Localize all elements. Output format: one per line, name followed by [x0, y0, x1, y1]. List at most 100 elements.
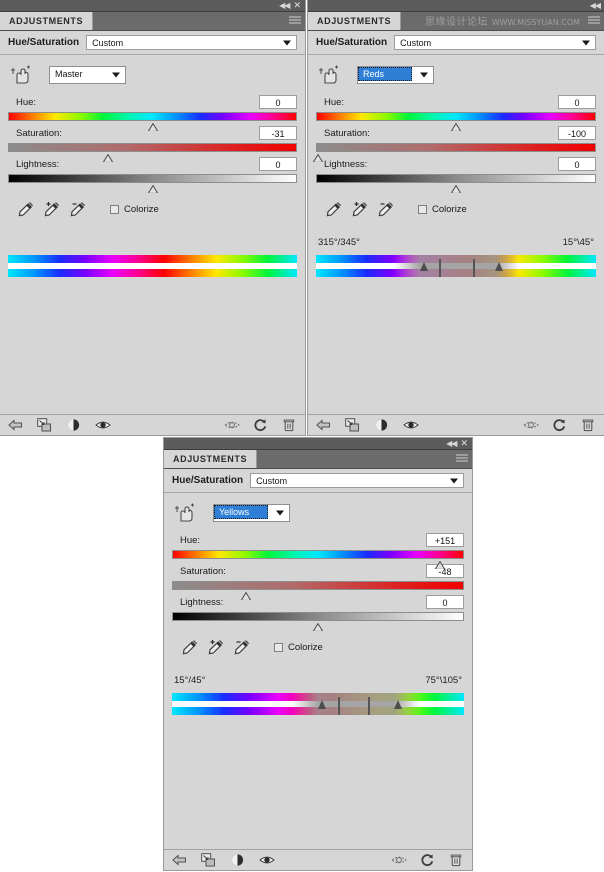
toggle-layer-visibility-icon[interactable] — [95, 418, 111, 432]
return-to-adjustment-list-icon[interactable] — [316, 418, 331, 432]
view-previous-state-icon[interactable] — [523, 418, 539, 432]
range-marker-bar-2[interactable] — [367, 697, 370, 715]
saturation-slider-thumb[interactable] — [312, 154, 324, 162]
toggle-layer-mask-icon[interactable] — [230, 853, 245, 867]
hue-slider-thumb[interactable] — [147, 123, 158, 131]
range-marker-tri-0[interactable] — [419, 262, 428, 271]
eyedropper-subtract-icon[interactable] — [232, 638, 252, 656]
eyedropper-icon[interactable] — [180, 638, 200, 656]
panel-menu-icon[interactable] — [588, 16, 600, 26]
footer-right-group — [523, 418, 596, 432]
range-marker-bar-1[interactable] — [338, 697, 341, 715]
color-range-bar[interactable] — [172, 693, 464, 715]
colorize-checkbox[interactable]: Colorize — [418, 204, 467, 215]
preset-select[interactable]: Custom — [250, 473, 464, 488]
tab-adjustments[interactable]: ADJUSTMENTS — [0, 12, 94, 30]
eyedropper-subtract-icon[interactable] — [376, 200, 396, 218]
hue-value-input[interactable]: +151 — [426, 533, 464, 547]
clip-to-layer-icon[interactable] — [201, 853, 216, 867]
lightness-value-input[interactable]: 0 — [259, 157, 297, 171]
hue-track[interactable] — [8, 112, 297, 131]
toggle-layer-mask-icon[interactable] — [374, 418, 389, 432]
eyedropper-icon[interactable] — [324, 200, 344, 218]
color-range-bar[interactable] — [316, 255, 596, 277]
lightness-row: Lightness: 0 — [172, 594, 464, 610]
hue-slider-thumb[interactable] — [434, 561, 445, 569]
hue-track[interactable] — [316, 112, 596, 131]
eyedropper-add-icon[interactable] — [350, 200, 370, 218]
lightness-track[interactable] — [172, 612, 464, 631]
panel-menu-icon[interactable] — [456, 454, 468, 464]
channel-select[interactable]: Yellows — [213, 504, 290, 522]
lightness-slider-thumb[interactable] — [312, 623, 324, 631]
view-previous-state-icon[interactable] — [391, 853, 407, 867]
channel-select[interactable]: Master — [49, 66, 126, 84]
reset-icon[interactable] — [420, 853, 435, 867]
eyedropper-add-icon[interactable] — [42, 200, 62, 218]
lightness-slider-thumb[interactable] — [147, 185, 158, 193]
return-to-adjustment-list-icon[interactable] — [8, 418, 23, 432]
range-marker-tri-0[interactable] — [318, 700, 326, 709]
hue-label: Hue: — [180, 534, 201, 546]
saturation-slider-thumb[interactable] — [102, 154, 114, 162]
reset-icon[interactable] — [253, 418, 268, 432]
tab-adjustments[interactable]: ADJUSTMENTS — [164, 450, 258, 468]
delete-adjustment-icon[interactable] — [282, 418, 297, 432]
reset-icon[interactable] — [552, 418, 567, 432]
saturation-value-input[interactable]: -31 — [259, 126, 297, 140]
delete-adjustment-icon[interactable] — [449, 853, 464, 867]
saturation-track[interactable] — [172, 581, 464, 600]
collapse-to-icons-icon[interactable]: ◀◀ — [446, 439, 457, 448]
toggle-layer-visibility-icon[interactable] — [403, 418, 419, 432]
eyedropper-add-icon[interactable] — [206, 638, 226, 656]
preset-select-value: Custom — [256, 475, 288, 486]
range-marker-bar-2[interactable] — [472, 259, 475, 277]
range-marker-bar-1[interactable] — [439, 259, 442, 277]
panel-body: Master Hue: 0 Saturation: -31 Lightness:… — [0, 55, 305, 414]
eyedropper-icon[interactable] — [16, 200, 36, 218]
colorize-checkbox[interactable]: Colorize — [274, 642, 323, 653]
clip-to-layer-icon[interactable] — [37, 418, 52, 432]
saturation-value-input[interactable]: -100 — [558, 126, 596, 140]
hue-slider-group: Hue: +151 — [172, 532, 464, 569]
close-icon[interactable]: ✕ — [293, 0, 301, 11]
toggle-layer-mask-icon[interactable] — [66, 418, 81, 432]
view-previous-state-icon[interactable] — [224, 418, 240, 432]
colorize-checkbox[interactable]: Colorize — [110, 204, 159, 215]
hue-value-input[interactable]: 0 — [259, 95, 297, 109]
chevron-down-icon — [112, 72, 120, 78]
preset-select[interactable]: Custom — [394, 35, 596, 50]
range-marker-triR-3[interactable] — [393, 700, 402, 709]
lightness-value-input[interactable]: 0 — [426, 595, 464, 609]
hue-label: Hue: — [16, 96, 37, 108]
collapse-to-icons-icon[interactable]: ◀◀ — [279, 1, 290, 10]
toggle-layer-visibility-icon[interactable] — [259, 853, 275, 867]
watermark: 思缘设计论坛 WWW.MISSYUAN.COM — [425, 13, 580, 28]
channel-select[interactable]: Reds — [357, 66, 434, 84]
lightness-slider-thumb[interactable] — [450, 185, 462, 193]
targeted-adjustment-tool-icon[interactable] — [174, 503, 196, 523]
targeted-adjustment-tool-icon[interactable] — [10, 65, 32, 85]
hue-track[interactable] — [172, 550, 464, 569]
lightness-track[interactable] — [8, 174, 297, 193]
preset-select[interactable]: Custom — [86, 35, 297, 50]
targeted-adjustment-tool-icon[interactable] — [318, 65, 340, 85]
hue-slider-thumb[interactable] — [450, 123, 462, 131]
return-to-adjustment-list-icon[interactable] — [172, 853, 187, 867]
saturation-track[interactable] — [8, 143, 297, 162]
range-marker-triR-3[interactable] — [495, 262, 504, 271]
tab-adjustments-label: ADJUSTMENTS — [317, 16, 392, 26]
tab-adjustments[interactable]: ADJUSTMENTS — [308, 12, 402, 30]
collapse-to-icons-icon[interactable]: ◀◀ — [590, 1, 601, 10]
hue-value-input[interactable]: 0 — [558, 95, 596, 109]
color-range-bar[interactable] — [8, 255, 297, 277]
close-icon[interactable]: ✕ — [460, 438, 468, 449]
saturation-track[interactable] — [312, 143, 596, 162]
eyedropper-subtract-icon[interactable] — [68, 200, 88, 218]
lightness-value-input[interactable]: 0 — [558, 157, 596, 171]
saturation-slider-thumb[interactable] — [240, 592, 251, 600]
clip-to-layer-icon[interactable] — [345, 418, 360, 432]
lightness-track[interactable] — [316, 174, 596, 193]
delete-adjustment-icon[interactable] — [581, 418, 596, 432]
panel-menu-icon[interactable] — [289, 16, 301, 26]
